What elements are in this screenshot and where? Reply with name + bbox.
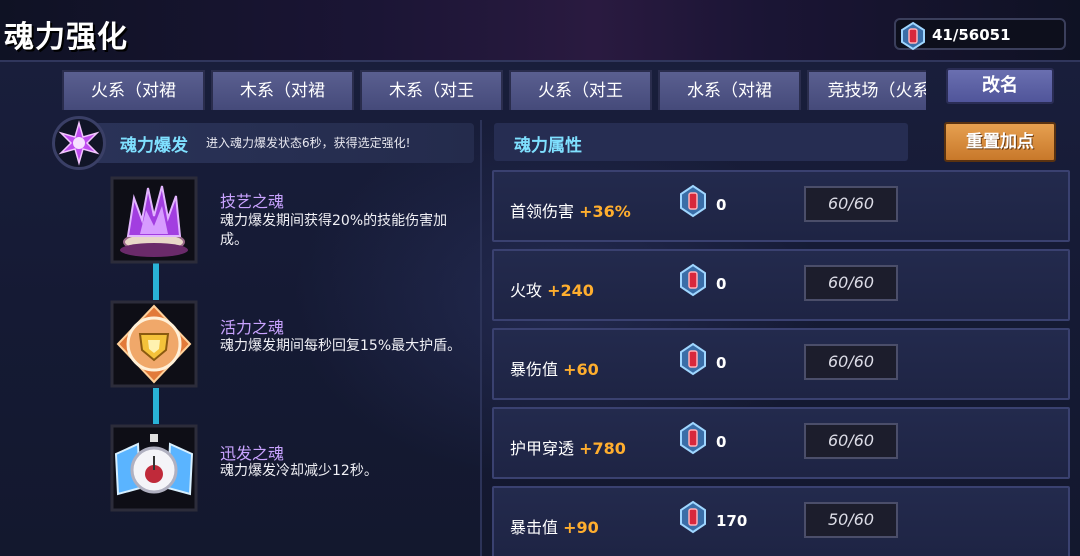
attribute-label: 火攻 +240 [510, 277, 594, 301]
golden-shield-icon[interactable] [110, 300, 198, 388]
tab-loadout-2[interactable]: 木系（对裙 [211, 70, 354, 110]
attribute-bonus: +60 [563, 360, 599, 379]
tab-loadout-3[interactable]: 木系（对王 [360, 70, 503, 110]
attribute-level-button[interactable]: 60/60 [804, 423, 898, 459]
purple-flame-altar-icon[interactable] [110, 176, 198, 264]
upgrade-cost: 0 [716, 196, 727, 214]
tab-loadout-6[interactable]: 竞技场（火系 [807, 70, 926, 110]
attribute-name: 首领伤害 [510, 202, 575, 221]
attribute-level-button[interactable]: 60/60 [804, 265, 898, 301]
attribute-row: 暴击值 +90 170 50/60 [492, 486, 1070, 556]
soul-description: 魂力爆发期间每秒回复15%最大护盾。 [220, 338, 462, 354]
soul-burst-title: 魂力爆发 [120, 136, 188, 156]
attribute-bonus: +90 [563, 518, 599, 537]
soul-gem-icon [678, 184, 708, 222]
attribute-name: 暴伤值 [510, 360, 559, 379]
attribute-bonus: +780 [579, 439, 626, 458]
attribute-level-button[interactable]: 60/60 [804, 186, 898, 222]
tab-loadout-5[interactable]: 水系（对裙 [658, 70, 801, 110]
soul-currency-counter: 41/56051 [894, 18, 1066, 51]
attribute-label: 首领伤害 +36% [510, 198, 631, 222]
soul-burst-description: 进入魂力爆发状态6秒，获得选定强化! [206, 136, 411, 150]
upgrade-cost: 0 [716, 354, 727, 372]
soul-gem-icon [678, 342, 708, 380]
attribute-label: 暴伤值 +60 [510, 356, 599, 380]
loadout-tabs: 火系（对裙 木系（对裙 木系（对王 火系（对王 水系（对裙 竞技场（火系 [62, 70, 926, 110]
attribute-row: 暴伤值 +60 0 60/60 [492, 328, 1070, 400]
soul-gem-icon [678, 263, 708, 301]
upgrade-cost: 170 [716, 512, 748, 530]
chain-link [153, 262, 159, 300]
winged-stopwatch-icon[interactable] [110, 424, 198, 512]
attribute-label: 暴击值 +90 [510, 514, 599, 538]
panel-divider [480, 120, 482, 556]
attribute-level-button[interactable]: 50/60 [804, 502, 898, 538]
soul-burst-icon [52, 116, 106, 170]
attribute-label: 护甲穿透 +780 [510, 435, 626, 459]
soul-gem-icon [898, 21, 928, 55]
upgrade-cost: 0 [716, 275, 727, 293]
attribute-level-button[interactable]: 60/60 [804, 344, 898, 380]
soul-name: 技艺之魂 [220, 192, 285, 211]
rename-button[interactable]: 改名 [946, 68, 1054, 104]
attribute-row: 首领伤害 +36% 0 60/60 [492, 170, 1070, 242]
soul-attributes-title: 魂力属性 [514, 136, 582, 156]
soul-name: 迅发之魂 [220, 444, 285, 463]
attribute-bonus: +36% [579, 202, 631, 221]
attribute-name: 火攻 [510, 281, 543, 300]
page-title: 魂力强化 [4, 20, 128, 55]
upgrade-cost: 0 [716, 433, 727, 451]
soul-name: 活力之魂 [220, 318, 285, 337]
attribute-name: 暴击值 [510, 518, 559, 537]
soul-currency-value: 41/56051 [932, 26, 1011, 44]
reset-points-button[interactable]: 重置加点 [944, 122, 1056, 162]
tab-loadout-4[interactable]: 火系（对王 [509, 70, 652, 110]
attribute-row: 护甲穿透 +780 0 60/60 [492, 407, 1070, 479]
soul-attributes-header: 魂力属性 [494, 123, 908, 161]
soul-description: 魂力爆发期间获得20%的技能伤害加成。 [220, 213, 448, 248]
attribute-list[interactable]: 首领伤害 +36% 0 60/60 火攻 +240 0 60/60 暴伤值 +6… [486, 168, 1080, 556]
chain-link [153, 388, 159, 424]
soul-gem-icon [678, 421, 708, 459]
tab-loadout-1[interactable]: 火系（对裙 [62, 70, 205, 110]
soul-description: 魂力爆发冷却减少12秒。 [220, 463, 378, 479]
attribute-name: 护甲穿透 [510, 439, 575, 458]
attribute-row: 火攻 +240 0 60/60 [492, 249, 1070, 321]
soul-gem-icon [678, 500, 708, 538]
soul-burst-header: 魂力爆发 进入魂力爆发状态6秒，获得选定强化! [52, 116, 474, 170]
attribute-bonus: +240 [547, 281, 594, 300]
